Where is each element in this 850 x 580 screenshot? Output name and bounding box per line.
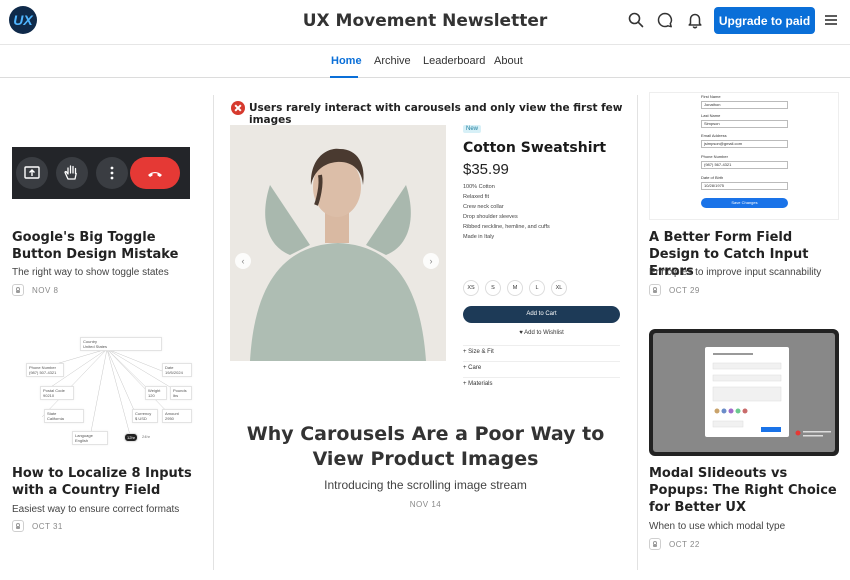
diagram-weight-field: Weight 120 <box>145 386 167 400</box>
post-date: OCT 29 <box>669 285 700 295</box>
tab-leaderboard[interactable]: Leaderboard <box>423 55 485 67</box>
form-label: Phone Number <box>701 154 728 159</box>
site-header: UX UX Movement Newsletter Upgrade to pai… <box>0 0 850 44</box>
carousel-next-icon[interactable]: › <box>423 253 439 269</box>
lock-icon <box>649 538 661 550</box>
diagram-phone-field: Phone Number (987) 507-4321 <box>26 363 64 377</box>
product-feature: Crew neck collar <box>463 204 504 210</box>
form-label: Date of Birth <box>701 175 724 180</box>
featured-post-image[interactable]: Users rarely interact with carousels and… <box>224 95 627 387</box>
product-feature: Drop shoulder sleeves <box>463 214 518 220</box>
product-name: Cotton Sweatshirt <box>463 140 607 156</box>
post-subtitle: Easiest way to ensure correct formats <box>12 504 180 515</box>
product-feature: Ribbed neckline, hemline, and cuffs <box>463 224 550 230</box>
post-title[interactable]: Modal Slideouts vs Popups: The Right Cho… <box>649 465 844 516</box>
product-feature: 100% Cotton <box>463 184 495 190</box>
form-input: Jonathon <box>701 101 788 109</box>
modal-popup <box>705 347 789 437</box>
hero-caption: Users rarely interact with carousels and… <box>249 102 623 126</box>
size-option: L <box>529 280 545 296</box>
form-input: Simpson <box>701 120 788 128</box>
post-meta: OCT 22 <box>649 538 700 550</box>
carousel-prev-icon[interactable]: ‹ <box>235 253 251 269</box>
post-thumbnail-toggle[interactable] <box>12 147 190 199</box>
size-option: S <box>485 280 501 296</box>
tablet-screen <box>653 333 835 452</box>
lock-icon <box>12 520 24 532</box>
share-screen-icon <box>16 157 48 189</box>
localize-diagram-thumbnail[interactable]: Country United States Phone Number (987) 5… <box>12 335 198 447</box>
end-call-icon <box>130 157 180 189</box>
tab-about[interactable]: About <box>494 55 523 67</box>
featured-post-subtitle: Introducing the scrolling image stream <box>324 478 527 492</box>
more-vertical-icon <box>96 157 128 189</box>
menu-icon[interactable] <box>822 11 840 29</box>
diagram-state-field: State California <box>44 409 84 423</box>
tab-home[interactable]: Home <box>331 55 362 67</box>
accordion-care: + Care <box>463 365 482 371</box>
post-title[interactable]: How to Localize 8 Inputs with a Country … <box>12 465 207 499</box>
post-date: OCT 22 <box>669 539 700 549</box>
form-save-button: Save Changes <box>701 198 788 208</box>
accordion-materials: + Materials <box>463 381 493 387</box>
diagram-currency-field: Currency $ USD <box>132 409 158 423</box>
diagram-language-field: Language English <box>72 431 108 445</box>
form-label: Last Name <box>701 113 721 118</box>
post-subtitle: When to use which modal type <box>649 521 786 532</box>
new-badge: New <box>463 125 482 133</box>
diagram-date-field: Date 19/5/2024 <box>162 363 192 377</box>
diagram-postal-field: Postal Code 90210 <box>40 386 74 400</box>
search-icon[interactable] <box>627 11 645 29</box>
diagram-time-toggle: 12hr <box>124 433 138 442</box>
form-label: Email Address <box>701 133 727 138</box>
featured-post-date: NOV 14 <box>409 500 442 509</box>
divider <box>463 345 620 346</box>
column-divider <box>213 95 214 570</box>
form-thumbnail[interactable]: First Name Jonathon Last Name Simpson Em… <box>649 92 839 220</box>
diagram-time-option: 24hr <box>140 433 152 440</box>
form-label: First Name <box>701 94 721 99</box>
add-to-wishlist: ♥ Add to Wishlist <box>519 330 564 336</box>
toast-notification <box>795 430 831 437</box>
chat-icon[interactable] <box>656 11 674 29</box>
column-divider <box>637 95 638 570</box>
size-option: XS <box>463 280 479 296</box>
post-date: NOV 8 <box>32 285 59 295</box>
hand-icon <box>56 157 88 189</box>
product-feature: Made in Italy <box>463 234 495 240</box>
post-meta: OCT 29 <box>649 284 700 296</box>
product-photo <box>230 125 446 361</box>
diagram-country-field: Country United States <box>80 337 162 351</box>
tab-archive[interactable]: Archive <box>374 55 411 67</box>
product-feature: Relaxed fit <box>463 194 489 200</box>
modal-thumbnail[interactable] <box>649 329 839 456</box>
form-input: (987) 567-4321 <box>701 161 788 169</box>
nav-tabs: Home Archive Leaderboard About <box>0 44 850 78</box>
featured-post-title[interactable]: Why Carousels Are a Poor Way to View Pro… <box>224 422 627 472</box>
divider <box>463 361 620 362</box>
diagram-amount-field: Amount 2950 <box>162 409 192 423</box>
product-price: $35.99 <box>463 161 509 178</box>
accordion-size-fit: + Size & Fit <box>463 349 494 355</box>
post-meta: NOV 8 <box>12 284 59 296</box>
add-to-cart-button: Add to Cart <box>463 306 620 323</box>
logo[interactable]: UX <box>9 6 37 34</box>
form-input: 10/28/1975 <box>701 182 788 190</box>
size-option: XL <box>551 280 567 296</box>
post-subtitle: The right way to show toggle states <box>12 267 169 278</box>
post-title[interactable]: Google's Big Toggle Button Design Mistak… <box>12 229 202 263</box>
error-x-icon <box>231 101 245 115</box>
size-option: M <box>507 280 523 296</box>
bell-icon[interactable] <box>686 11 704 29</box>
upgrade-button[interactable]: Upgrade to paid <box>714 7 815 34</box>
diagram-pounds-field: Pounds lbs <box>170 386 192 400</box>
form-input: jsimpson@gmail.com <box>701 140 788 148</box>
lock-icon <box>649 284 661 296</box>
active-tab-indicator <box>330 76 358 78</box>
post-subtitle: Principles to improve input scannability <box>649 267 822 278</box>
divider <box>463 377 620 378</box>
post-date: OCT 31 <box>32 521 63 531</box>
post-meta: OCT 31 <box>12 520 63 532</box>
lock-icon <box>12 284 24 296</box>
